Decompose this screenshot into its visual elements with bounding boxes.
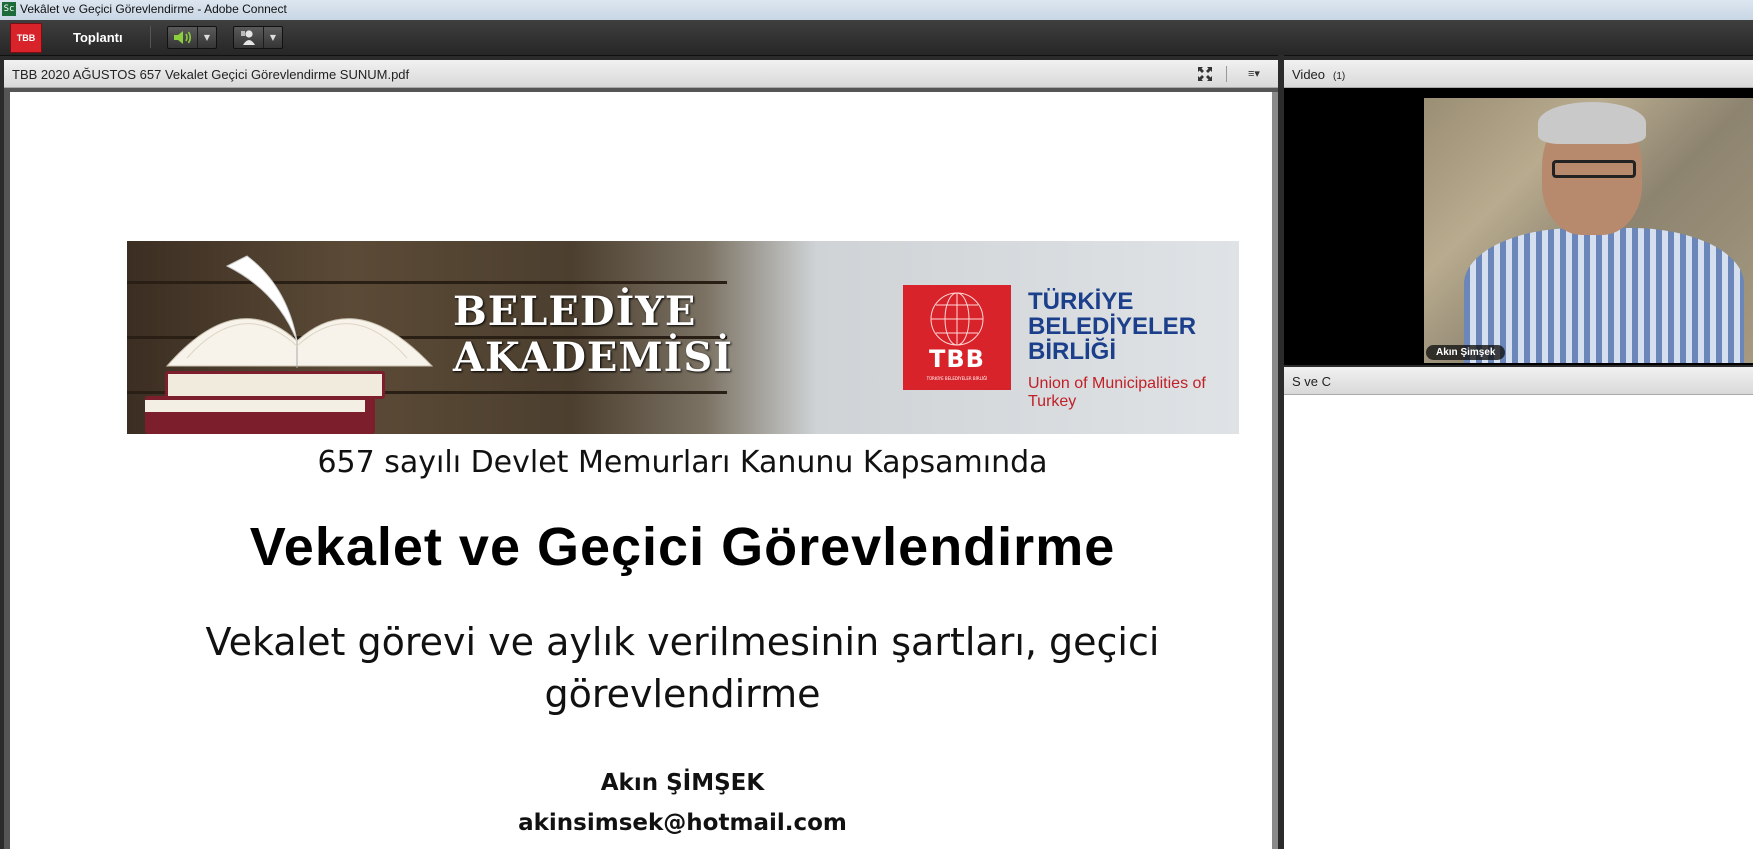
- org-name: TÜRKİYE BELEDİYELER BİRLİĞİ: [1028, 289, 1196, 364]
- window-titlebar: Sc Vekâlet ve Geçici Görevlendirme - Ado…: [0, 0, 1753, 21]
- webcam-feed[interactable]: Akın Şimşek: [1424, 98, 1753, 363]
- pod-options-menu-icon[interactable]: ≡▾: [1248, 67, 1260, 80]
- slide-email: akinsimsek@hotmail.com: [518, 810, 847, 836]
- person-shirt: [1464, 228, 1744, 363]
- slide-canvas: BELEDİYE AKADEMİSİ TBB TÜRKİYE BELEDİYEL…: [10, 92, 1272, 849]
- meeting-menu[interactable]: Toplantı: [73, 30, 123, 45]
- video-participant-count: (1): [1333, 71, 1346, 82]
- webcam-button[interactable]: ▼: [233, 26, 283, 49]
- book-stack-illustration: [145, 361, 395, 434]
- menubar: TBB Toplantı ▼ ▼: [0, 20, 1753, 56]
- adobe-connect-icon: Sc: [2, 2, 16, 16]
- qa-pod-header: S ve C: [1284, 367, 1753, 395]
- video-pod-header: Video (1): [1284, 60, 1753, 88]
- slide-author: Akın ŞİMŞEK: [600, 770, 765, 796]
- org-english-name: Union of Municipalities of Turkey: [1028, 375, 1206, 410]
- tbb-logo: TBB: [10, 23, 42, 53]
- speaker-icon: [172, 29, 194, 50]
- slide-banner: BELEDİYE AKADEMİSİ TBB TÜRKİYE BELEDİYEL…: [127, 241, 1239, 434]
- webcam-icon: [239, 29, 259, 50]
- share-pod-header: TBB 2020 AĞUSTOS 657 Vekalet Geçici Göre…: [4, 60, 1278, 88]
- person-hair: [1538, 102, 1646, 144]
- slide-subtitle: 657 sayılı Devlet Memurları Kanunu Kapsa…: [317, 445, 1048, 480]
- webcam-dropdown-icon[interactable]: ▼: [263, 27, 282, 48]
- tbb-emblem: TBB TÜRKİYE BELEDİYELER BİRLİĞİ: [903, 285, 1011, 390]
- speaker-button[interactable]: ▼: [167, 26, 217, 49]
- header-divider: [1226, 66, 1227, 82]
- slide-description: Vekalet görevi ve aylık verilmesinin şar…: [205, 620, 1160, 716]
- window-title: Vekâlet ve Geçici Görevlendirme - Adobe …: [20, 2, 287, 16]
- fullscreen-icon[interactable]: [1197, 66, 1213, 85]
- tbb-emblem-subtext: TÜRKİYE BELEDİYELER BİRLİĞİ: [926, 376, 988, 381]
- org-name-line2: BELEDİYELER: [1028, 313, 1197, 340]
- tbb-emblem-text: TBB: [929, 345, 985, 373]
- slide-title: Vekalet ve Geçici Görevlendirme: [249, 517, 1116, 577]
- participant-name-tag: Akın Şimşek: [1426, 345, 1506, 360]
- qa-pod-title: S ve C: [1292, 374, 1332, 389]
- banner-title-line2: AKADEMİSİ: [453, 334, 733, 381]
- video-pod: Video (1) Akın Şimşek: [1284, 60, 1753, 365]
- org-name-line1: TÜRKİYE: [1028, 288, 1134, 315]
- speaker-dropdown-icon[interactable]: ▼: [197, 27, 216, 48]
- video-pod-title-label: Video: [1292, 67, 1326, 82]
- banner-title-line1: BELEDİYE: [453, 288, 697, 335]
- banner-title: BELEDİYE AKADEMİSİ: [453, 289, 733, 381]
- org-name-line3: BİRLİĞİ: [1028, 338, 1116, 365]
- share-filename: TBB 2020 AĞUSTOS 657 Vekalet Geçici Göre…: [12, 67, 410, 82]
- open-book-illustration: [165, 255, 434, 368]
- qa-pod: S ve C: [1284, 367, 1753, 849]
- video-pod-title: Video (1): [1292, 67, 1345, 82]
- share-pod: TBB 2020 AĞUSTOS 657 Vekalet Geçici Göre…: [4, 60, 1278, 849]
- globe-grid-icon: [930, 292, 984, 346]
- toolbar-divider: [150, 26, 151, 48]
- person-glasses: [1552, 160, 1636, 178]
